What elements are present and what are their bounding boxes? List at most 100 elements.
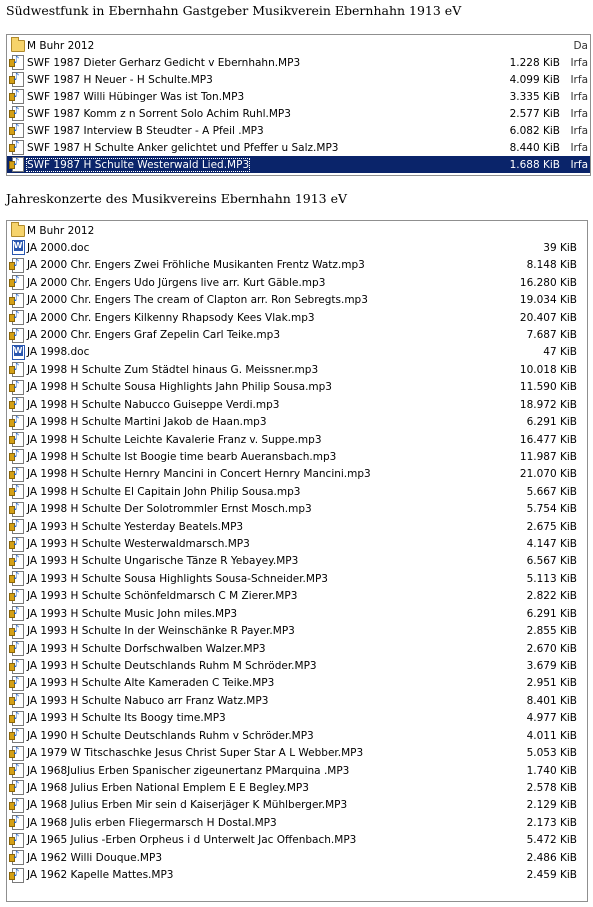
file-name: SWF 1987 Willi Hübinger Was ist Ton.MP3 xyxy=(27,90,245,103)
audio-file-icon xyxy=(9,571,25,587)
file-row[interactable]: JA 1993 H Schulte Yesterday Beatels.MP3 2… xyxy=(7,518,587,535)
file-size: 2.577 KiB xyxy=(509,107,560,120)
file-name: JA 1993 H Schulte Music John miles.MP3 xyxy=(27,607,238,620)
file-size: 2.459 KiB xyxy=(526,869,577,882)
file-row[interactable]: SWF 1987 H Schulte Anker gelichtet und P… xyxy=(7,139,590,156)
file-row[interactable]: JA 1998 H Schulte Leichte Kavalerie Fran… xyxy=(7,431,587,448)
file-row[interactable]: SWF 1987 Interview B Steudter - A Pfeil … xyxy=(7,122,590,139)
file-size: 39 KiB xyxy=(543,241,577,254)
file-name: JA 1993 H Schulte Yesterday Beatels.MP3 xyxy=(27,520,244,533)
audio-file-icon xyxy=(9,675,25,691)
file-name: JA 1993 H Schulte Nabuco arr Franz Watz.… xyxy=(27,694,269,707)
file-row[interactable]: JA 1962 Willi Douque.MP3 2.486 KiB xyxy=(7,849,587,866)
file-row[interactable]: JA 1998 H Schulte Martini Jakob de Haan.… xyxy=(7,414,587,431)
file-row[interactable]: JA 1968Julius Erben Spanischer zigeunert… xyxy=(7,762,587,779)
file-list-panel-jahreskonzerte[interactable]: M Buhr 2012 JA 2000.doc 39 KiB JA 2000 Chr.… xyxy=(6,220,588,902)
file-type-column: Irfa xyxy=(570,56,588,69)
audio-file-icon xyxy=(9,745,25,761)
file-name: JA 1993 H Schulte Ungarische Tänze R Yeb… xyxy=(27,555,299,568)
file-size: 10.018 KiB xyxy=(519,363,577,376)
audio-file-icon xyxy=(9,257,25,273)
file-row[interactable]: JA 2000 Chr. Engers Graf Zepelin Carl Te… xyxy=(7,327,587,344)
file-row[interactable]: SWF 1987 H Neuer - H Schulte.MP3 4.099 Ki… xyxy=(7,71,590,88)
file-row[interactable]: JA 1990 H Schulte Deutschlands Ruhm v Sc… xyxy=(7,727,587,744)
file-name: JA 1998 H Schulte Ist Boogie time bearb … xyxy=(27,450,337,463)
file-size: 6.082 KiB xyxy=(509,124,560,137)
file-size: 8.148 KiB xyxy=(526,259,577,272)
audio-file-icon xyxy=(9,327,25,343)
file-name: JA 1968Julius Erben Spanischer zigeunert… xyxy=(27,764,350,777)
folder-row[interactable]: M Buhr 2012 xyxy=(7,221,587,239)
file-row[interactable]: JA 1993 H Schulte Deutschlands Ruhm M Sc… xyxy=(7,658,587,675)
file-name: JA 1993 H Schulte Deutschlands Ruhm M Sc… xyxy=(27,660,317,672)
file-size: 4.099 KiB xyxy=(509,73,560,86)
file-size: 5.053 KiB xyxy=(526,747,577,760)
audio-file-icon xyxy=(9,641,25,657)
file-row[interactable]: JA 1993 H Schulte Westerwaldmarsch.MP3 4.… xyxy=(7,536,587,553)
file-name: JA 2000 Chr. Engers Graf Zepelin Carl Te… xyxy=(27,329,280,342)
audio-file-icon xyxy=(9,310,25,326)
file-name: JA 1993 H Schulte Westerwaldmarsch.MP3 xyxy=(27,538,250,551)
file-row[interactable]: JA 1965 Julius -Erben Orpheus i d Unterw… xyxy=(7,832,587,849)
file-row[interactable]: JA 2000 Chr. Engers Kilkenny Rhapsody Ke… xyxy=(7,309,587,326)
file-row[interactable]: JA 1962 Kapelle Mattes.MP3 2.459 KiB xyxy=(7,867,587,884)
audio-file-icon xyxy=(9,780,25,796)
file-row[interactable]: JA 1968 Julis erben Fliegermarsch H Dost… xyxy=(7,814,587,831)
file-size: 11.590 KiB xyxy=(519,381,577,394)
file-type-column: Irfa xyxy=(570,124,588,137)
file-name: JA 2000 Chr. Engers The cream of Clapton… xyxy=(27,294,368,307)
file-row[interactable]: JA 1993 H Schulte Its Boogy time.MP3 4.97… xyxy=(7,710,587,727)
file-row[interactable]: JA 1993 H Schulte Schönfeldmarsch C M Zi… xyxy=(7,588,587,605)
file-size: 6.291 KiB xyxy=(526,607,577,620)
file-row[interactable]: JA 1998.doc 47 KiB xyxy=(7,344,587,361)
file-name: JA 1998 H Schulte Nabucco Guiseppe Verdi… xyxy=(27,398,280,411)
file-name: JA 1993 H Schulte In der Weinschänke R P… xyxy=(27,625,295,638)
file-row[interactable]: JA 1998 H Schulte El Capitain John Phili… xyxy=(7,483,587,500)
file-row[interactable]: JA 2000 Chr. Engers Zwei Fröhliche Musik… xyxy=(7,257,587,274)
audio-file-icon xyxy=(9,815,25,831)
file-name: JA 1998 H Schulte Leichte Kavalerie Fran… xyxy=(27,433,322,446)
file-name: JA 1998 H Schulte Martini Jakob de Haan.… xyxy=(27,416,267,429)
audio-file-icon xyxy=(9,140,25,155)
file-row[interactable]: SWF 1987 Komm z n Sorrent Solo Achim Ruh… xyxy=(7,105,590,122)
file-list-panel-swf[interactable]: M Buhr 2012 Da SWF 1987 Dieter Gerharz Ged… xyxy=(6,34,591,176)
audio-file-icon xyxy=(9,414,25,430)
folder-row[interactable]: M Buhr 2012 Da xyxy=(7,36,590,54)
file-row[interactable]: JA 1993 H Schulte Nabuco arr Franz Watz.… xyxy=(7,692,587,709)
file-row[interactable]: JA 1993 H Schulte In der Weinschänke R P… xyxy=(7,623,587,640)
audio-file-icon xyxy=(9,728,25,744)
file-type-column: Irfa xyxy=(570,158,588,171)
section-heading-jahreskonzerte: Jahreskonzerte des Musikvereins Ebernhah… xyxy=(6,191,348,206)
file-size: 16.280 KiB xyxy=(519,276,577,289)
file-name: JA 1968 Julius Erben Mir sein d Kaiserjä… xyxy=(27,799,348,812)
file-size: 6.291 KiB xyxy=(526,416,577,429)
file-row[interactable]: JA 2000.doc 39 KiB xyxy=(7,239,587,256)
file-row[interactable]: JA 1998 H Schulte Ist Boogie time bearb … xyxy=(7,448,587,465)
file-row[interactable]: JA 2000 Chr. Engers Udo Jürgens live arr… xyxy=(7,274,587,291)
file-row[interactable]: JA 1998 H Schulte Nabucco Guiseppe Verdi… xyxy=(7,396,587,413)
file-row[interactable]: JA 1998 H Schulte Hernry Mancini in Conc… xyxy=(7,466,587,483)
file-name: SWF 1987 H Schulte Westerwald Lied.MP3 xyxy=(25,157,251,172)
folder-icon xyxy=(11,221,25,238)
file-row[interactable]: JA 1993 H Schulte Ungarische Tänze R Yeb… xyxy=(7,553,587,570)
audio-file-icon xyxy=(9,797,25,813)
file-row[interactable]: JA 1998 H Schulte Sousa Highlights Jahn … xyxy=(7,379,587,396)
file-name: SWF 1987 Interview B Steudter - A Pfeil … xyxy=(27,124,264,137)
file-row[interactable]: SWF 1987 H Schulte Westerwald Lied.MP3 1.… xyxy=(7,156,590,173)
file-row[interactable]: SWF 1987 Dieter Gerharz Gedicht v Ebernh… xyxy=(7,54,590,71)
file-size: 1.228 KiB xyxy=(509,56,560,69)
file-row[interactable]: JA 1998 H Schulte Zum Städtel hinaus G. … xyxy=(7,361,587,378)
file-row[interactable]: SWF 1987 Willi Hübinger Was ist Ton.MP3 3… xyxy=(7,88,590,105)
file-name: SWF 1987 Dieter Gerharz Gedicht v Ebernh… xyxy=(27,56,301,69)
file-row[interactable]: JA 1968 Julius Erben Mir sein d Kaiserjä… xyxy=(7,797,587,814)
file-type-column: Irfa xyxy=(570,141,588,154)
file-size: 3.335 KiB xyxy=(509,90,560,103)
file-row[interactable]: JA 1968 Julius Erben National Emplem E E… xyxy=(7,779,587,796)
file-row[interactable]: JA 1998 H Schulte Der Solotrommler Ernst… xyxy=(7,501,587,518)
file-row[interactable]: JA 1979 W Titschaschke Jesus Christ Supe… xyxy=(7,745,587,762)
file-row[interactable]: JA 1993 H Schulte Dorfschwalben Walzer.M… xyxy=(7,640,587,657)
file-row[interactable]: JA 1993 H Schulte Music John miles.MP3 6.… xyxy=(7,605,587,622)
file-row[interactable]: JA 1993 H Schulte Sousa Highlights Sousa… xyxy=(7,570,587,587)
file-row[interactable]: JA 1993 H Schulte Alte Kameraden C Teike… xyxy=(7,675,587,692)
file-row[interactable]: JA 2000 Chr. Engers The cream of Clapton… xyxy=(7,292,587,309)
